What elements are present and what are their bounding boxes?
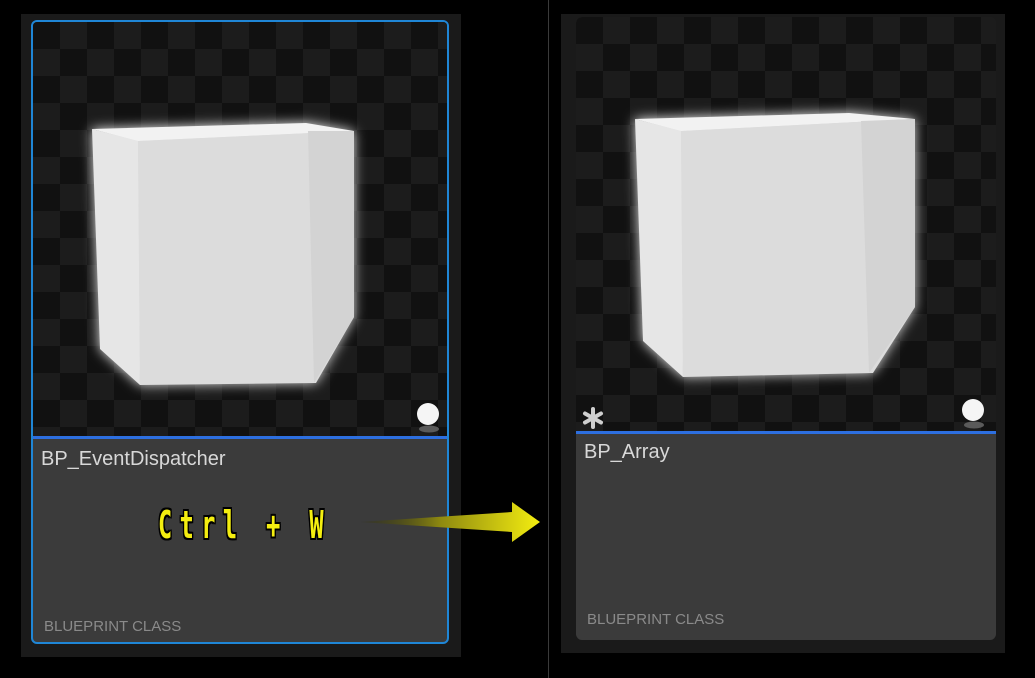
shortcut-annotation: Ctrl + W [158, 503, 331, 547]
asset-thumbnail [33, 22, 447, 436]
asset-type-label: BLUEPRINT CLASS [44, 618, 182, 635]
cube-icon [635, 113, 915, 377]
arrow-right-icon [360, 502, 540, 542]
sphere-icon [417, 403, 439, 433]
cube-icon [92, 123, 354, 385]
asset-name-label: BP_EventDispatcher [41, 448, 226, 470]
asset-name-label: BP_Array [584, 441, 670, 463]
asset-type-label: BLUEPRINT CLASS [587, 611, 725, 628]
sphere-icon [962, 399, 984, 429]
type-color-bar [33, 436, 447, 439]
type-color-bar [576, 431, 996, 434]
asterisk-icon [583, 407, 603, 429]
asset-tile-bp-array[interactable]: BP_Array BLUEPRINT CLASS [576, 17, 996, 640]
panel-divider [548, 0, 549, 678]
asset-thumbnail [576, 17, 996, 431]
asset-tile-bp-eventdispatcher[interactable]: BP_EventDispatcher BLUEPRINT CLASS [31, 20, 449, 644]
